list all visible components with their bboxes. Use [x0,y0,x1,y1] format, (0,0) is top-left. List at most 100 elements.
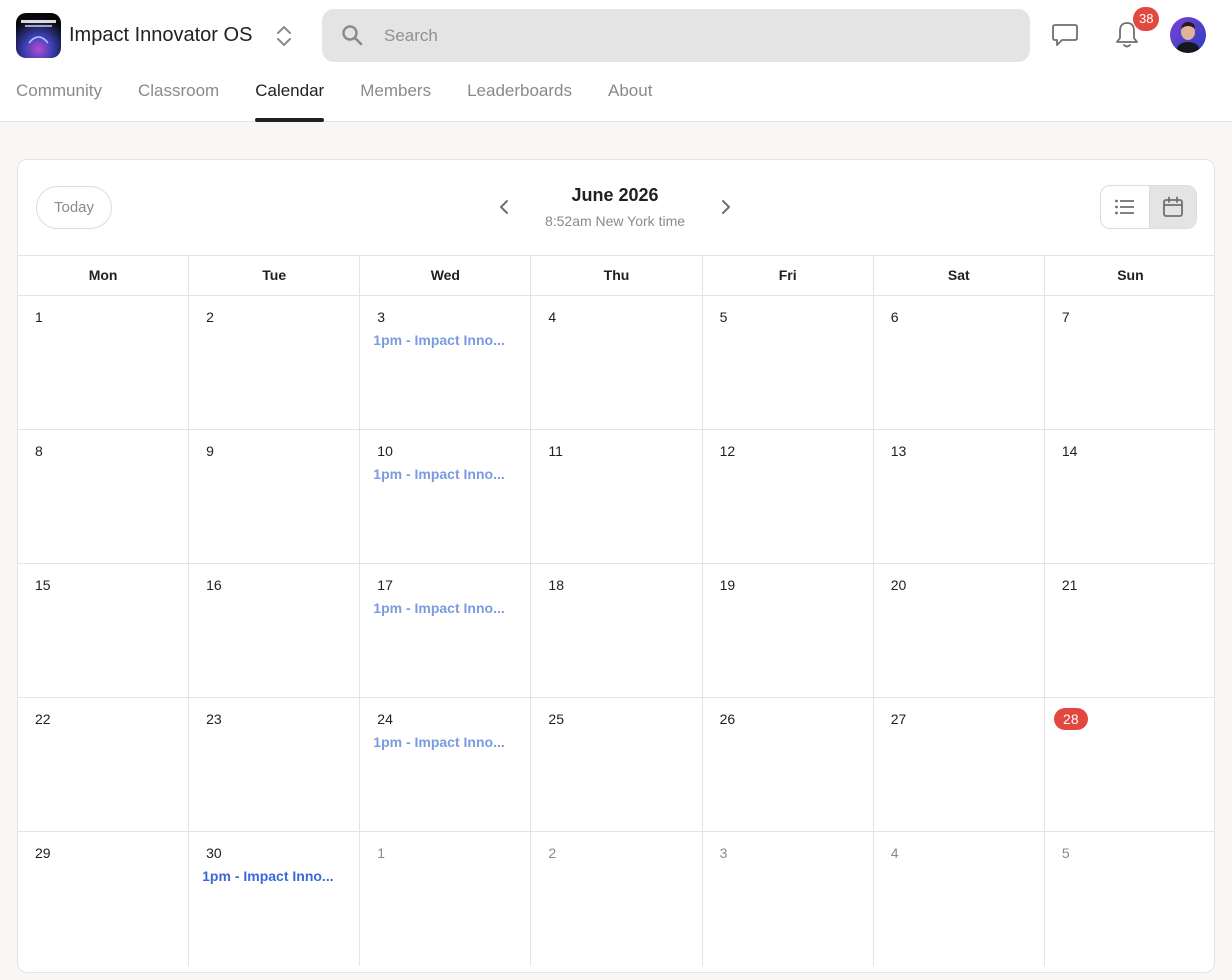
search-placeholder: Search [384,26,438,45]
tab-classroom[interactable]: Classroom [138,76,219,122]
day-number: 17 [377,577,393,593]
day-number: 20 [890,577,907,593]
day-cell[interactable]: 1 [360,832,532,966]
today-button[interactable]: Today [36,186,112,229]
day-cell[interactable]: 7 [1045,296,1214,429]
weekday-label: Thu [531,256,703,295]
tab-members[interactable]: Members [360,76,431,122]
day-cell[interactable]: 26 [703,698,874,831]
day-number: 14 [1061,443,1078,459]
day-number: 30 [206,845,222,861]
day-number: 1 [35,309,43,325]
weekday-header: Mon Tue Wed Thu Fri Sat Sun [18,255,1214,296]
weekday-label: Sun [1117,267,1144,283]
day-number: 29 [35,845,51,861]
event-link[interactable]: 1pm - Impact Inno... [202,868,336,884]
calendar-view-icon[interactable] [1148,186,1196,228]
day-number: 5 [1061,845,1070,861]
tab-about[interactable]: About [608,76,652,122]
calendar-card: Today June 2026 8:52am New York time Mon… [17,159,1215,973]
day-number: 8 [35,443,43,459]
today-date-marker: 28 [1053,708,1088,730]
day-cell[interactable]: 19 [703,564,874,697]
avatar[interactable] [1170,17,1206,53]
weekday-label: Fri [703,256,874,295]
day-cell[interactable]: 9 [189,430,361,563]
week-row: 22 23 24 1pm - Impact Inno... 25 26 27 28 [18,698,1214,832]
top-bar: Impact Innovator OS Search 38 Community … [0,0,1232,122]
tab-bar: Community Classroom Calendar Members Lea… [16,76,652,122]
tab-community[interactable]: Community [16,76,102,122]
day-cell[interactable]: 12 [703,430,874,563]
week-row: 15 16 17 1pm - Impact Inno... 18 19 20 21 [18,564,1214,698]
chevron-right-icon[interactable] [718,196,734,218]
event-link[interactable]: 1pm - Impact Inno... [373,600,507,616]
day-number: 21 [1061,577,1078,593]
day-cell[interactable]: 17 1pm - Impact Inno... [360,564,532,697]
day-cell[interactable]: 13 [874,430,1045,563]
day-cell[interactable]: 16 [189,564,361,697]
chevron-left-icon[interactable] [496,196,512,218]
day-cell[interactable]: 4 [531,296,703,429]
day-cell[interactable]: 11 [531,430,703,563]
day-number: 24 [377,711,393,727]
day-cell[interactable]: 15 [18,564,190,697]
day-cell[interactable]: 25 [531,698,703,831]
day-cell[interactable]: 5 [1045,832,1214,966]
week-row: 29 30 1pm - Impact Inno... 1 2 3 4 5 [18,832,1214,966]
day-cell[interactable]: 5 [703,296,874,429]
day-number: 1 [377,845,386,861]
notification-badge: 38 [1133,7,1160,31]
day-cell[interactable]: 30 1pm - Impact Inno... [189,832,361,966]
day-cell[interactable]: 8 [18,430,190,563]
community-logo-icon[interactable] [16,13,61,58]
day-cell[interactable]: 3 1pm - Impact Inno... [360,296,532,429]
month-title: June 2026 [571,185,659,205]
day-cell[interactable]: 22 [18,698,190,831]
event-link[interactable]: 1pm - Impact Inno... [373,466,507,482]
day-cell[interactable]: 6 [874,296,1045,429]
day-cell[interactable]: 4 [874,832,1045,966]
day-cell[interactable]: 2 [189,296,361,429]
day-number: 9 [206,443,214,459]
search-icon [340,23,364,47]
day-number: 2 [548,845,557,861]
day-number: 19 [719,577,736,593]
day-cell[interactable]: 1 [18,296,190,429]
day-number: 4 [890,845,899,861]
weekday-label: Tue [189,256,361,295]
day-cell[interactable]: 23 [189,698,361,831]
day-number: 5 [719,309,728,325]
day-number: 10 [377,443,393,459]
day-number: 3 [719,845,728,861]
day-number: 13 [890,443,907,459]
day-number: 16 [206,577,222,593]
list-view-icon[interactable] [1101,186,1149,228]
day-cell[interactable]: 20 [874,564,1045,697]
day-cell[interactable]: 10 1pm - Impact Inno... [360,430,532,563]
tab-calendar[interactable]: Calendar [255,76,325,122]
chat-icon[interactable] [1051,22,1079,48]
day-cell[interactable]: 14 [1045,430,1214,563]
day-cell[interactable]: 18 [531,564,703,697]
day-number: 6 [890,309,899,325]
day-cell[interactable]: 24 1pm - Impact Inno... [360,698,532,831]
event-link[interactable]: 1pm - Impact Inno... [373,332,507,348]
day-cell[interactable]: 27 [874,698,1045,831]
app-title[interactable]: Impact Innovator OS [69,22,252,48]
day-cell[interactable]: 2 [531,832,703,966]
day-cell[interactable]: 29 [18,832,190,966]
view-toggle [1100,185,1197,229]
community-switcher-icon[interactable] [272,22,296,50]
day-cell[interactable]: 3 [703,832,874,966]
day-number: 15 [35,577,51,593]
search-input[interactable]: Search [322,9,1030,62]
event-link[interactable]: 1pm - Impact Inno... [373,734,507,750]
day-number: 11 [548,443,563,459]
day-cell[interactable]: 21 [1045,564,1214,697]
day-cell[interactable]: 28 [1045,698,1214,831]
week-row: 1 2 3 1pm - Impact Inno... 4 5 6 7 [18,296,1214,430]
day-number: 23 [206,711,222,727]
tab-leaderboards[interactable]: Leaderboards [467,76,572,122]
week-row: 8 9 10 1pm - Impact Inno... 11 12 13 14 [18,430,1214,564]
